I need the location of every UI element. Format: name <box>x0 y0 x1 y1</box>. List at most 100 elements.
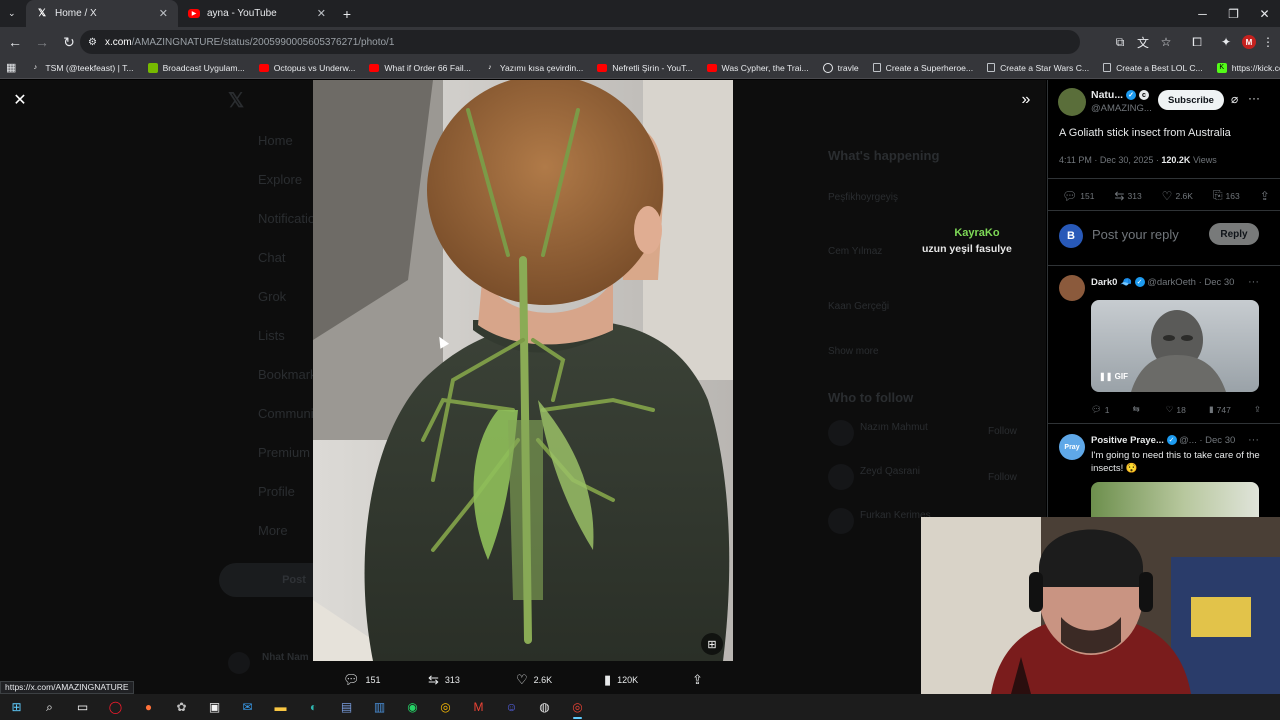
views-stat[interactable]: ▮ 747 <box>1209 404 1231 415</box>
app-icon[interactable]: ◍ <box>528 694 561 720</box>
forward-arrow-icon[interactable]: → <box>30 30 54 54</box>
youtube-icon <box>258 63 269 72</box>
author-avatar[interactable] <box>1058 88 1086 116</box>
reply-author[interactable]: Positive Praye... <box>1091 435 1164 446</box>
chrome-active-icon[interactable]: ◎ <box>561 694 594 720</box>
bookmark-item[interactable]: Was Cypher, the Trai... <box>706 63 809 73</box>
bookmark-item[interactable]: Nefretli Şirin - YouT... <box>597 63 693 73</box>
reply-stat[interactable]: 💬︎ 1 <box>1091 404 1110 415</box>
mail-icon[interactable]: ✉ <box>231 694 264 720</box>
nav-explore: Explore <box>258 172 303 187</box>
minimize-icon[interactable]: ─ <box>1187 0 1218 27</box>
app-icon[interactable]: ▤ <box>330 694 363 720</box>
tab-youtube[interactable]: ▶ ayna - YouTube ✕ <box>178 0 336 27</box>
bookmark-item[interactable]: Create a Superheroe... <box>872 63 973 73</box>
more-options-icon[interactable]: ··· <box>1248 276 1259 288</box>
close-window-icon[interactable]: ✕ <box>1249 0 1280 27</box>
reply-gif[interactable]: ❚❚ GIF <box>1091 300 1259 392</box>
more-options-icon[interactable]: ··· <box>1248 91 1260 105</box>
share-stat[interactable]: ⇪ <box>1254 404 1261 415</box>
reply-avatar[interactable] <box>1059 275 1085 301</box>
image-description-icon[interactable]: ⊞ <box>701 633 723 655</box>
close-icon[interactable]: ✕ <box>10 90 30 110</box>
pause-icon[interactable]: ❚❚ <box>1099 372 1112 381</box>
more-options-icon[interactable]: ··· <box>1248 434 1259 446</box>
repost-stat[interactable]: ⇆ <box>1133 404 1143 415</box>
store-icon[interactable]: ▣ <box>198 694 231 720</box>
views-action[interactable]: ▮ 120K <box>604 672 638 688</box>
chrome-icon[interactable]: ◎ <box>429 694 462 720</box>
bookmark-item[interactable]: ♪ TSM (@teekfeast) | T... <box>30 63 134 73</box>
subscribe-button[interactable]: Subscribe <box>1158 90 1224 110</box>
youtube-icon <box>369 63 380 72</box>
trend-item: Peşfikhoyrgeyiş <box>828 192 899 203</box>
author-name[interactable]: Natu... ✓ c <box>1091 89 1149 101</box>
close-tab-icon[interactable]: ✕ <box>317 7 326 20</box>
translate-icon[interactable]: 文 <box>1132 31 1154 53</box>
avatar <box>828 420 854 446</box>
cast-icon[interactable]: ⧉ <box>1109 31 1131 53</box>
reply-image[interactable] <box>1091 482 1259 522</box>
like-stat[interactable]: ♡ 2.6K <box>1162 189 1193 203</box>
discord-icon[interactable]: ☺ <box>495 694 528 720</box>
follow-button-ghost: Follow <box>988 426 1017 437</box>
reply-button[interactable]: Reply <box>1209 223 1259 245</box>
extensions-icon[interactable]: ⧠ <box>1186 31 1208 53</box>
pinned-extension-icon[interactable]: ✦ <box>1215 31 1237 53</box>
bookmark-item[interactable]: Khttps://kick.com/m... <box>1216 62 1280 73</box>
divider <box>1048 178 1280 179</box>
profile-avatar[interactable]: M <box>1242 35 1256 49</box>
bookmark-item[interactable]: Broadcast Uygulam... <box>147 62 245 73</box>
back-arrow-icon[interactable]: ← <box>3 30 27 54</box>
address-bar[interactable]: ⚙ x.com/AMAZINGNATURE/status/20059900056… <box>80 30 1080 54</box>
bookmark-stat[interactable]: ⎘ 163 <box>1213 188 1240 203</box>
apps-grid-icon[interactable]: ▦ <box>6 61 16 74</box>
bookmark-item[interactable]: Create a Best LOL C... <box>1103 63 1203 73</box>
tab-search-button[interactable]: ⌄ <box>0 0 24 27</box>
share-stat[interactable]: ⇪ <box>1260 189 1270 203</box>
author-handle[interactable]: @AMAZING... <box>1091 103 1152 114</box>
bookmark-star-icon[interactable]: ☆ <box>1155 31 1177 53</box>
bookmark-item[interactable]: travle <box>822 62 859 73</box>
like-action[interactable]: ♡ 2.6K <box>516 672 552 688</box>
post-photo[interactable] <box>313 80 733 661</box>
menu-kebab-icon[interactable]: ⋮ <box>1257 31 1279 53</box>
reply-handle[interactable]: @... <box>1179 435 1197 446</box>
gmail-icon[interactable]: M <box>462 694 495 720</box>
bookmark-item[interactable]: Create a Star Wars C... <box>987 63 1089 73</box>
bookmark-item[interactable]: What if Order 66 Fail... <box>369 63 471 73</box>
opera-icon[interactable]: ◯ <box>99 694 132 720</box>
start-windows-icon[interactable]: ⊞ <box>0 694 33 720</box>
reply-action[interactable]: 💬︎ 151 <box>343 672 381 688</box>
bookmark-item[interactable]: ♪ Yazımı kısa çevirdin... <box>485 63 583 73</box>
close-tab-icon[interactable]: ✕ <box>159 7 168 20</box>
reply-stat[interactable]: 💬︎ 151 <box>1062 189 1094 203</box>
new-tab-button[interactable]: + <box>336 0 358 27</box>
site-info-icon[interactable]: ⚙ <box>88 37 97 48</box>
expand-sidebar-icon[interactable]: » <box>1016 90 1036 110</box>
repost-stat[interactable]: ⇆ 313 <box>1114 189 1141 203</box>
repost-action[interactable]: ⇆ 313 <box>428 672 460 688</box>
grok-icon[interactable]: ⌀ <box>1231 92 1238 106</box>
globe-icon <box>822 62 833 73</box>
file-explorer-icon[interactable]: ▬ <box>264 694 297 720</box>
firefox-icon[interactable]: ● <box>132 694 165 720</box>
reply-handle[interactable]: @darkOeth <box>1147 277 1196 288</box>
search-icon[interactable]: ⌕ <box>33 694 66 720</box>
task-view-icon[interactable]: ▭ <box>66 694 99 720</box>
reply-avatar[interactable]: Pray <box>1059 434 1085 460</box>
reply-input[interactable]: Post your reply <box>1092 227 1179 242</box>
reply-author[interactable]: Dark0 <box>1091 277 1117 288</box>
restore-icon[interactable]: ❐ <box>1218 0 1249 27</box>
like-stat[interactable]: ♡ 18 <box>1166 404 1186 415</box>
edge-icon[interactable]: ◐ <box>297 694 330 720</box>
app-icon[interactable]: ▥ <box>363 694 396 720</box>
heart-icon: ♡ <box>516 672 528 687</box>
share-action[interactable]: ⇪ <box>692 672 703 688</box>
reload-icon[interactable]: ↻ <box>57 30 81 54</box>
app-icon[interactable]: ✿ <box>165 694 198 720</box>
divider <box>1048 265 1280 266</box>
tab-home-x[interactable]: 𝕏 Home / X ✕ <box>26 0 178 27</box>
whatsapp-icon[interactable]: ◉ <box>396 694 429 720</box>
bookmark-item[interactable]: Octopus vs Underw... <box>258 63 355 73</box>
